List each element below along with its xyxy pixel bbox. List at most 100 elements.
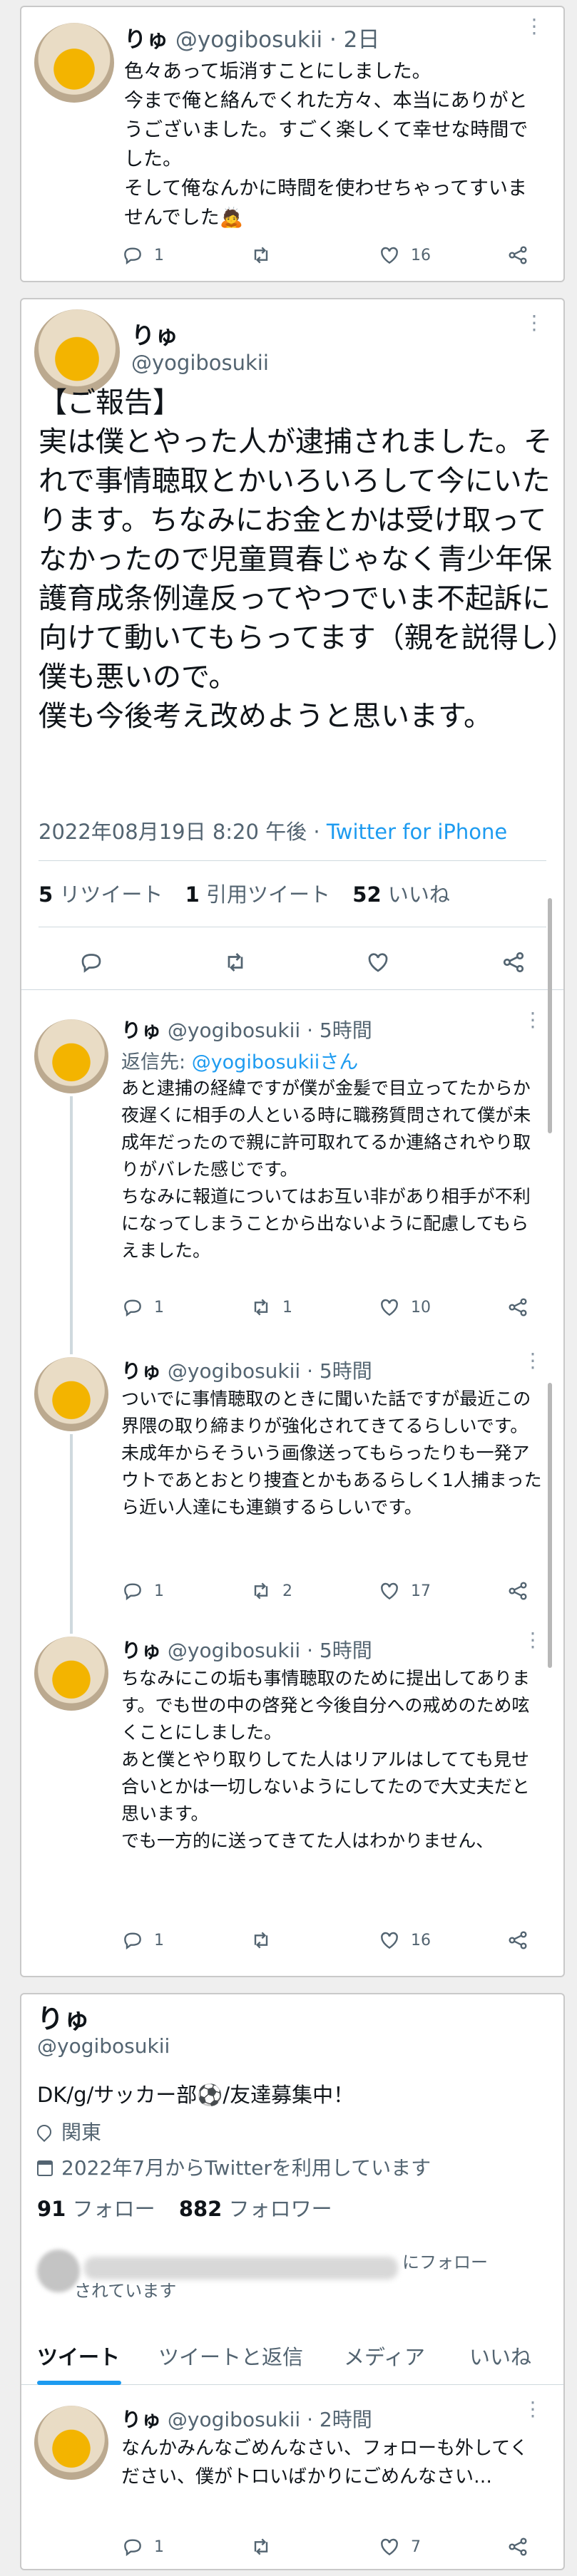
retweet-icon — [254, 2538, 268, 2555]
avatar[interactable] — [34, 1019, 108, 1093]
reply-tweet-1[interactable]: りゅ @yogibosukii · 5時間 ⋮ 返信先: @yogibosuki… — [21, 989, 563, 1346]
tweet-text: あと逮捕の経緯ですが僕が金髪で目立ってたからか夜遅くに相手の人といる時に職務質問… — [121, 1078, 531, 1261]
followed-by[interactable]: にフォローされています — [37, 2248, 551, 2312]
tweet-actions: 1 1 10 — [121, 1296, 563, 1319]
location-icon — [34, 2121, 55, 2143]
share-icon — [509, 1582, 527, 1600]
tab-tweets-and-replies[interactable]: ツイートと返信 — [158, 2341, 303, 2371]
more-icon[interactable]: ⋮ — [523, 1628, 543, 1652]
share-button[interactable] — [506, 1929, 563, 1952]
retweet-button[interactable] — [250, 2535, 378, 2558]
retweet-button[interactable] — [250, 1929, 378, 1952]
heart-icon — [381, 1299, 398, 1317]
heart-icon — [381, 2538, 398, 2556]
like-button[interactable]: 16 — [378, 1929, 506, 1952]
avatar[interactable] — [34, 1357, 108, 1431]
tweet-header: りゅ @yogibosukii · 5時間 — [121, 1019, 372, 1042]
followers-link[interactable]: 882 フォロワー — [179, 2197, 332, 2221]
profile-follow-stats: 91 フォロー 882 フォロワー — [37, 2193, 332, 2222]
share-icon[interactable] — [501, 949, 526, 975]
thread-line — [70, 1434, 73, 1627]
tweet-text: 【ご報告】 実は僕とやった人が逮捕されました。それで事情聴取とかいろいろして今に… — [39, 386, 561, 733]
tab-tweets[interactable]: ツイート — [37, 2341, 120, 2371]
main-tweet-actions — [21, 934, 563, 988]
tweet-text: ちなみにこの垢も事情聴取のために提出してあります。でも世の中の啓発と今後自分への… — [121, 1668, 531, 1851]
like-stat[interactable]: 52 いいね — [352, 882, 450, 907]
tweet-card-1[interactable]: りゅ @yogibosukii · 2日 ⋮ 色々あって垢消すことにしました。 … — [20, 6, 565, 282]
heart-icon — [381, 1582, 398, 1600]
reply-button[interactable]: 1 — [121, 244, 250, 267]
display-name[interactable]: りゅ — [124, 27, 168, 53]
tweet-actions: 1 16 — [121, 1929, 563, 1952]
reply-icon — [124, 1583, 141, 1601]
reply-tweet-2[interactable]: りゅ @yogibosukii · 5時間 ⋮ ついでに事情聴取のときに聞いた話… — [21, 1340, 563, 1627]
tab-active-indicator — [37, 2381, 121, 2385]
reply-icon — [124, 2539, 141, 2557]
quote-stat[interactable]: 1 引用ツイート — [185, 882, 330, 907]
like-button[interactable]: 7 — [378, 2535, 506, 2558]
reply-button[interactable]: 1 — [121, 1929, 250, 1952]
following-link[interactable]: 91 フォロー — [37, 2197, 155, 2221]
thread-line — [70, 1618, 73, 1634]
tweet-text: 色々あって垢消すことにしました。 今まで俺と絡んでくれた方々、本当にありがとうご… — [124, 61, 529, 229]
retweet-icon — [254, 1299, 268, 1316]
heart-icon[interactable] — [365, 949, 391, 975]
avatar[interactable] — [34, 309, 120, 395]
like-button[interactable]: 10 — [378, 1296, 506, 1319]
retweet-button[interactable] — [250, 244, 378, 267]
share-icon — [509, 1298, 527, 1317]
tweet-actions: 1 7 — [121, 2535, 563, 2558]
more-icon[interactable]: ⋮ — [523, 1008, 543, 1031]
follower-avatars-blurred — [37, 2250, 80, 2292]
calendar-icon — [37, 2160, 53, 2176]
retweet-icon[interactable] — [223, 949, 248, 975]
timestamp[interactable]: 2日 — [344, 27, 380, 53]
like-button[interactable]: 16 — [378, 244, 506, 267]
profile-name: りゅ — [37, 2004, 90, 2034]
share-button[interactable] — [506, 1580, 563, 1602]
retweet-icon — [254, 1932, 268, 1949]
tweet-text: ついでに事情聴取のときに聞いた話ですが最近この界隈の取り締まりが強化されてきてる… — [121, 1389, 542, 1518]
avatar[interactable] — [34, 1637, 108, 1711]
share-button[interactable] — [506, 1296, 563, 1319]
share-button[interactable] — [506, 244, 563, 267]
tab-media[interactable]: メディア — [344, 2341, 425, 2371]
handle[interactable]: @yogibosukii — [175, 27, 322, 53]
thread-line — [70, 1096, 73, 1346]
tweet-actions: 1 16 — [121, 244, 563, 267]
reply-icon — [124, 1932, 141, 1950]
tweet-header: りゅ @yogibosukii · 2日 — [124, 27, 380, 53]
more-icon[interactable]: ⋮ — [523, 1349, 543, 1372]
avatar[interactable] — [34, 2406, 108, 2480]
reply-button[interactable]: 1 — [121, 1296, 250, 1319]
profile-card: りゅ @yogibosukii DK/g/サッカー部⚽️/友達募集中！ 関東 2… — [20, 1993, 565, 2570]
reply-icon — [124, 247, 141, 265]
tweet-date[interactable]: 2022年08月19日 8:20 午後 · — [39, 820, 327, 844]
share-button[interactable] — [506, 2535, 563, 2558]
tweet-header: りゅ @yogibosukii · 5時間 — [121, 1359, 372, 1383]
retweet-stat[interactable]: 5 リツイート — [39, 882, 163, 907]
client-link[interactable]: Twitter for iPhone — [327, 820, 507, 844]
reply-icon[interactable] — [78, 949, 104, 975]
reply-to-link[interactable]: @yogibosukiiさん — [192, 1051, 359, 1073]
profile-tweet[interactable]: りゅ @yogibosukii · 2時間 ⋮ なんかみんなごめんなさい、フォロ… — [21, 2386, 563, 2569]
handle[interactable]: @yogibosukii — [131, 351, 269, 375]
profile-joined: 2022年7月からTwitterを利用しています — [37, 2153, 431, 2181]
share-icon — [509, 1931, 527, 1949]
tweet-detail-card: りゅ @yogibosukii ⋮ 【ご報告】 実は僕とやった人が逮捕されました… — [20, 298, 565, 1977]
more-icon[interactable]: ⋮ — [524, 14, 545, 38]
retweet-button[interactable]: 2 — [250, 1580, 378, 1602]
reply-button[interactable]: 1 — [121, 2535, 250, 2558]
more-icon[interactable]: ⋮ — [523, 2397, 543, 2421]
tweet-header: りゅ @yogibosukii · 2時間 — [121, 2408, 372, 2431]
avatar[interactable] — [34, 23, 114, 103]
display-name[interactable]: りゅ — [131, 316, 178, 351]
tab-likes[interactable]: いいね — [469, 2341, 531, 2371]
reply-tweet-3[interactable]: りゅ @yogibosukii · 5時間 ⋮ ちなみにこの垢も事情聴取のために… — [21, 1618, 563, 1974]
tweet-actions: 1 2 17 — [121, 1580, 563, 1602]
reply-button[interactable]: 1 — [121, 1580, 250, 1602]
like-button[interactable]: 17 — [378, 1580, 506, 1602]
tweet-meta: 2022年08月19日 8:20 午後 · Twitter for iPhone — [39, 815, 507, 845]
retweet-button[interactable]: 1 — [250, 1296, 378, 1319]
more-icon[interactable]: ⋮ — [524, 311, 545, 334]
